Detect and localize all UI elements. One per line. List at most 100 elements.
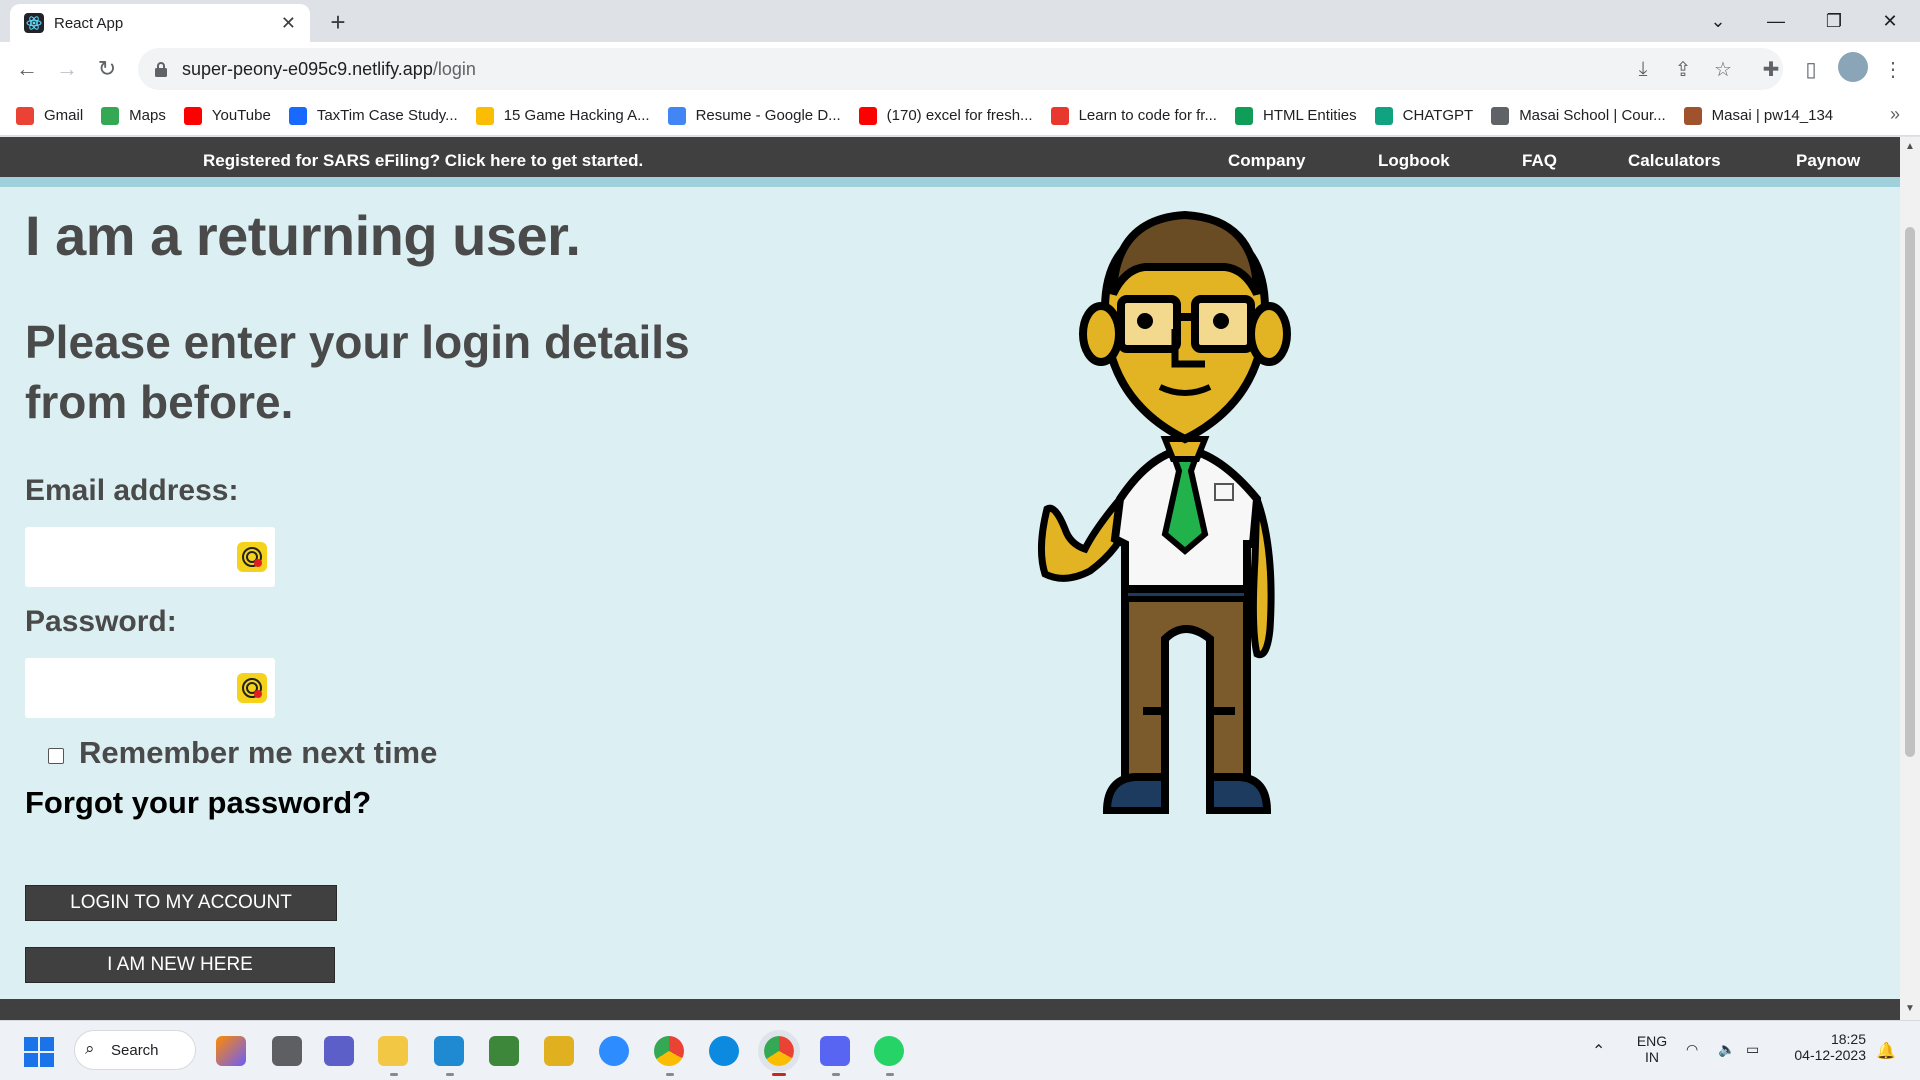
bookmark-item[interactable]: HTML Entities bbox=[1234, 106, 1357, 125]
language-indicator[interactable]: ENG IN bbox=[1632, 1033, 1672, 1065]
menu-icon[interactable]: ⋮ bbox=[1880, 56, 1906, 82]
profile-avatar[interactable] bbox=[1838, 52, 1868, 82]
clock-date: 04-12-2023 bbox=[1794, 1047, 1866, 1063]
back-icon[interactable]: ← bbox=[12, 54, 42, 84]
email-field[interactable] bbox=[25, 527, 225, 587]
clock-time: 18:25 bbox=[1830, 1031, 1866, 1047]
windows-start-icon[interactable] bbox=[24, 1037, 54, 1067]
file-explorer-icon[interactable] bbox=[378, 1036, 408, 1066]
scroll-down-icon[interactable]: ▼ bbox=[1905, 1003, 1915, 1014]
openai-icon bbox=[1374, 106, 1393, 125]
email-label: Email address: bbox=[25, 474, 239, 507]
sars-promo-link[interactable]: Registered for SARS eFiling? Click here … bbox=[203, 151, 643, 171]
gmail-icon bbox=[16, 106, 34, 125]
chrome-icon[interactable] bbox=[654, 1036, 684, 1066]
bookmark-item[interactable]: 15 Game Hacking A... bbox=[475, 106, 650, 125]
bookmark-item[interactable]: Gmail bbox=[16, 106, 83, 125]
extensions-icon[interactable]: ✚ bbox=[1758, 56, 1784, 82]
git-app-icon[interactable] bbox=[544, 1036, 574, 1066]
whatsapp-icon[interactable] bbox=[874, 1036, 904, 1066]
site-footer-bar bbox=[0, 999, 1900, 1020]
share-icon[interactable]: ⇪ bbox=[1670, 56, 1696, 82]
youtube-icon bbox=[858, 106, 877, 125]
language-bottom: IN bbox=[1645, 1049, 1659, 1065]
browser-toolbar: ← → ↻ super-peony-e095c9.netlify.app/log… bbox=[0, 42, 1920, 96]
login-button[interactable]: LOGIN TO MY ACCOUNT bbox=[25, 885, 337, 921]
nav-paynow[interactable]: Paynow bbox=[1796, 151, 1860, 171]
close-tab-icon[interactable]: ✕ bbox=[281, 13, 296, 34]
remember-me-checkbox[interactable] bbox=[48, 748, 64, 764]
bookmark-label: 15 Game Hacking A... bbox=[503, 107, 650, 124]
nav-calculators[interactable]: Calculators bbox=[1628, 151, 1721, 171]
wifi-icon[interactable]: ◠ bbox=[1686, 1041, 1698, 1058]
new-tab-button[interactable]: + bbox=[322, 6, 354, 38]
minimize-button[interactable]: — bbox=[1746, 0, 1806, 42]
address-bar[interactable]: super-peony-e095c9.netlify.app/login bbox=[138, 48, 1783, 90]
bookmark-item[interactable]: (170) excel for fresh... bbox=[858, 106, 1033, 125]
bookmarks-bar: Gmail Maps YouTube TaxTim Case Study... 15 G… bbox=[0, 96, 1920, 136]
url-path: /login bbox=[432, 58, 476, 79]
bookmark-item[interactable]: CHATGPT bbox=[1374, 106, 1473, 125]
bookmark-item[interactable]: TaxTim Case Study... bbox=[288, 106, 458, 125]
remember-me-label[interactable]: Remember me next time bbox=[79, 735, 437, 771]
password-field[interactable] bbox=[25, 658, 225, 718]
install-icon[interactable]: ⤓ bbox=[1630, 56, 1656, 82]
reload-icon[interactable]: ↻ bbox=[92, 54, 122, 84]
notification-bell-icon[interactable]: 🔔 bbox=[1876, 1041, 1896, 1061]
nav-faq[interactable]: FAQ bbox=[1522, 151, 1557, 171]
youtube-icon bbox=[183, 106, 202, 125]
clock[interactable]: 18:25 04-12-2023 bbox=[1782, 1031, 1866, 1063]
nav-company[interactable]: Company bbox=[1228, 151, 1305, 171]
email-field-wrapper bbox=[25, 527, 275, 587]
bookmark-star-icon[interactable]: ☆ bbox=[1710, 56, 1736, 82]
restore-button[interactable]: ❐ bbox=[1804, 0, 1864, 42]
more-bookmarks-icon[interactable]: » bbox=[1890, 104, 1900, 125]
search-icon: ⌕ bbox=[85, 1039, 95, 1058]
bookmark-label: YouTube bbox=[211, 107, 271, 124]
forgot-password-link[interactable]: Forgot your password? bbox=[25, 785, 371, 821]
docs-icon bbox=[667, 106, 686, 125]
new-user-button[interactable]: I AM NEW HERE bbox=[25, 947, 335, 983]
running-indicator bbox=[666, 1073, 674, 1076]
show-hidden-icons[interactable]: ⌃ bbox=[1592, 1041, 1605, 1061]
teams-icon[interactable] bbox=[324, 1036, 354, 1066]
side-panel-icon[interactable]: ▯ bbox=[1798, 56, 1824, 82]
bookmark-item[interactable]: YouTube bbox=[183, 106, 271, 125]
battery-icon[interactable]: ▭ bbox=[1746, 1041, 1759, 1058]
edge-icon[interactable] bbox=[709, 1036, 739, 1066]
volume-muted-icon[interactable]: 🔈 bbox=[1718, 1041, 1735, 1058]
forward-icon[interactable]: → bbox=[52, 54, 82, 84]
windows-taskbar: ⌕ Search ⌃ ENG IN ◠ 🔈 ▭ 18:25 04-12-2023… bbox=[0, 1020, 1920, 1080]
zoom-icon[interactable] bbox=[599, 1036, 629, 1066]
scroll-thumb[interactable] bbox=[1905, 227, 1915, 757]
scroll-up-icon[interactable]: ▲ bbox=[1905, 141, 1915, 152]
page-title: I am a returning user. bbox=[25, 204, 581, 267]
taskbar-search-label: Search bbox=[111, 1041, 159, 1059]
bookmark-item[interactable]: Masai | pw14_134 bbox=[1683, 106, 1833, 125]
password-manager-icon[interactable] bbox=[237, 542, 267, 572]
tab-search-icon[interactable]: ⌄ bbox=[1688, 0, 1748, 42]
page-subtitle: Please enter your login details from bef… bbox=[25, 316, 690, 428]
bookmark-item[interactable]: Masai School | Cour... bbox=[1491, 106, 1666, 125]
language-top: ENG bbox=[1636, 1033, 1668, 1049]
bookmark-item[interactable]: Resume - Google D... bbox=[667, 106, 841, 125]
mascot-illustration bbox=[1037, 210, 1291, 814]
taskbar-search[interactable]: ⌕ Search bbox=[74, 1030, 196, 1070]
nodejs-icon[interactable] bbox=[489, 1036, 519, 1066]
chrome-active-icon[interactable] bbox=[758, 1030, 800, 1072]
copilot-icon[interactable] bbox=[216, 1036, 246, 1066]
password-manager-icon[interactable] bbox=[237, 673, 267, 703]
bookmark-item[interactable]: Maps bbox=[101, 106, 166, 125]
vscode-icon[interactable] bbox=[434, 1036, 464, 1066]
password-field-wrapper bbox=[25, 658, 275, 718]
react-icon bbox=[24, 13, 44, 33]
bookmark-item[interactable]: Learn to code for fr... bbox=[1050, 106, 1217, 125]
window-close-button[interactable]: ✕ bbox=[1860, 0, 1920, 42]
behance-icon bbox=[288, 106, 307, 125]
page-scrollbar[interactable]: ▲ ▼ bbox=[1900, 137, 1920, 1020]
task-view-icon[interactable] bbox=[272, 1036, 302, 1066]
password-label: Password: bbox=[25, 605, 177, 638]
nav-logbook[interactable]: Logbook bbox=[1378, 151, 1450, 171]
proton-vpn-icon[interactable] bbox=[820, 1036, 850, 1066]
browser-tab[interactable]: React App ✕ bbox=[10, 4, 310, 42]
